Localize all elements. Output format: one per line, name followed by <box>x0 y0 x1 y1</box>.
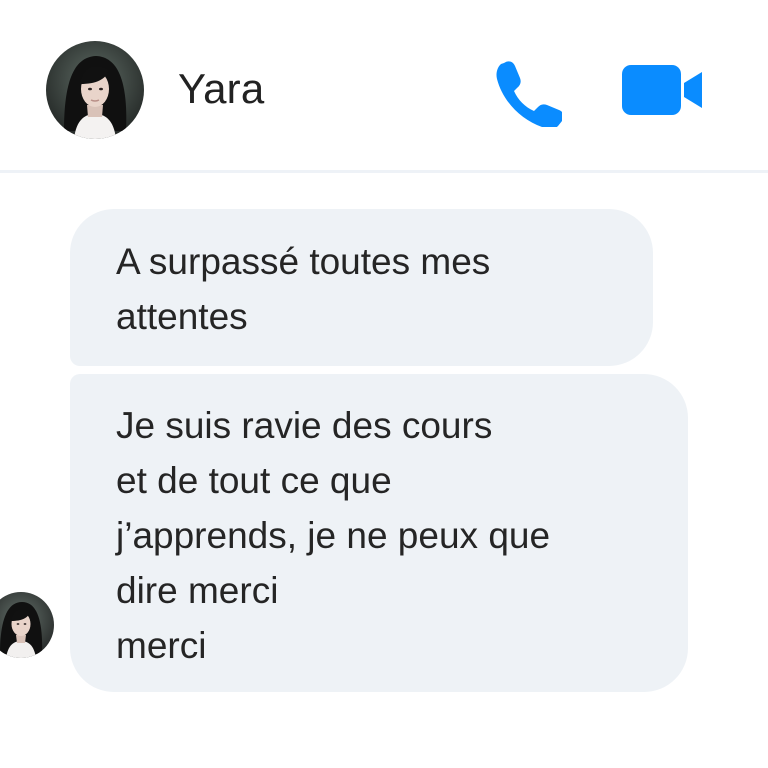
phone-icon <box>496 61 564 130</box>
header-divider <box>0 170 768 173</box>
avatar-portrait-icon <box>46 41 144 139</box>
message-bubble[interactable]: A surpassé toutes mes attentes <box>70 209 653 366</box>
chat-screen: Yara A surpassé toutes mes attentes Je s… <box>0 0 768 768</box>
sender-avatar[interactable] <box>0 592 54 658</box>
chat-header: Yara <box>0 0 768 170</box>
video-call-button[interactable] <box>618 62 708 118</box>
message-bubble[interactable]: Je suis ravie des cours et de tout ce qu… <box>70 374 688 692</box>
call-button[interactable] <box>490 55 564 130</box>
video-camera-icon <box>622 65 702 115</box>
contact-avatar[interactable] <box>46 41 144 139</box>
sender-avatar-icon <box>0 592 54 658</box>
contact-name[interactable]: Yara <box>178 64 264 114</box>
